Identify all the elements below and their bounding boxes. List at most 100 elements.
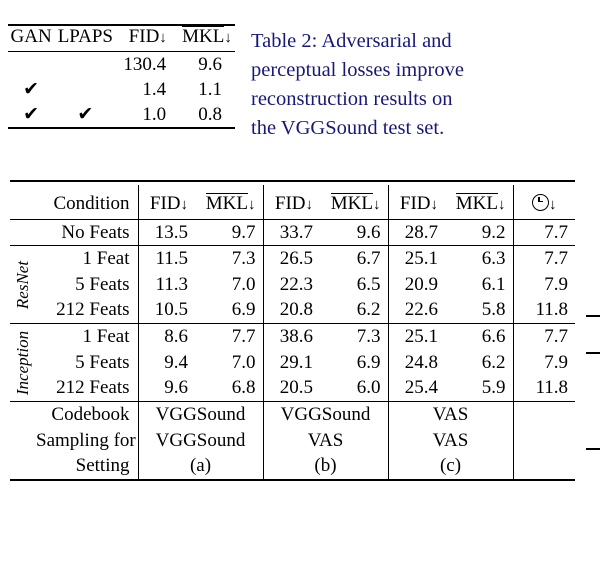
page-bleed-mark <box>586 315 600 317</box>
table2-bottom-rule-row <box>10 478 575 484</box>
table2-header-fid-b: FID↓ <box>262 185 320 220</box>
table2-caption: Table 2: Adversarial and perceptual loss… <box>243 0 592 143</box>
table2-row-resnet-5feats: 5 Feats 11.3 7.0 22.3 6.5 20.9 6.1 7.9 <box>10 271 575 298</box>
table2-cell-fid-b: 20.5 <box>262 375 320 402</box>
table1: GAN LPAPS FID↓ MKL↓ 130.4 9.6 ✔ 1.4 1.1 … <box>8 24 235 154</box>
table2-cell-mkl-b: 6.2 <box>356 299 381 321</box>
caption-word: on <box>432 88 453 111</box>
table1-cell-mkl: 1.1 <box>198 78 222 100</box>
table2-footer-c-setting: (c) <box>387 453 513 480</box>
table1-bottom-rule <box>179 127 235 154</box>
table2-cell-fid-a: 10.5 <box>137 297 195 324</box>
table2-cell-time: 7.9 <box>512 271 575 298</box>
table2-header-mkl-c: MKL↓ <box>445 185 513 220</box>
table2-footer-row-codebook: Codebook VGGSound VGGSound VAS <box>10 401 575 428</box>
table2-header-fid-a: FID↓ <box>137 185 195 220</box>
down-arrow-icon: ↓ <box>159 30 167 46</box>
table2-container: Condition FID↓ MKL↓ FID↓ MKL↓ FID↓ MKL↓ … <box>0 180 580 484</box>
table2-row-resnet-1feat: ResNet 1 Feat 11.5 7.3 26.5 6.7 25.1 6.3… <box>10 245 575 324</box>
table1-row: 130.4 9.6 <box>8 51 235 77</box>
table2-cell-fid-c: 28.7 <box>387 219 445 246</box>
table2-cell-mkl-b: 6.5 <box>356 273 381 295</box>
table2-footer-label-sampling: Sampling for <box>36 429 136 451</box>
table2-footer-a-codebook: VGGSound <box>137 401 263 428</box>
group-label-inception-text: Inception <box>13 330 32 395</box>
down-arrow-icon: ↓ <box>224 30 232 46</box>
table2-cell-mkl-a: 9.7 <box>195 219 263 246</box>
table2-footer-c-sampling: VAS <box>387 427 513 454</box>
table2-footer-row-sampling: Sampling for VGGSound VAS VAS <box>10 427 575 454</box>
table2-cell-condition: 5 Feats <box>75 351 130 373</box>
table2-cell-mkl-a: 7.0 <box>231 351 256 373</box>
table2-header-row: Condition FID↓ MKL↓ FID↓ MKL↓ FID↓ MKL↓ … <box>10 185 575 220</box>
top-block: GAN LPAPS FID↓ MKL↓ 130.4 9.6 ✔ 1.4 1.1 … <box>0 0 600 178</box>
table2-cell-fid-b: 33.7 <box>262 219 320 246</box>
table2-footer-b-codebook: VGGSound <box>262 401 388 428</box>
table2-cell-mkl-a: 6.9 <box>231 299 256 321</box>
table2-cell-fid-a: 9.4 <box>137 349 195 376</box>
down-arrow-icon: ↓ <box>180 197 189 213</box>
table2-cell-fid-c: 22.6 <box>387 297 445 324</box>
table2-footer-label-codebook: Codebook <box>36 401 138 428</box>
table2-row-no-feats: No Feats 13.5 9.7 33.7 9.6 28.7 9.2 7.7 <box>10 219 575 246</box>
table2-footer-b-sampling: VAS <box>262 427 388 454</box>
table2-footer-row-setting: Setting (a) (b) (c) <box>10 453 575 480</box>
caption-line: reconstruction results on <box>251 85 584 114</box>
table1-container: GAN LPAPS FID↓ MKL↓ 130.4 9.6 ✔ 1.4 1.1 … <box>0 0 243 154</box>
table2-footer-b-setting: (b) <box>262 453 388 480</box>
table2-cell-condition: 212 Feats <box>56 377 130 399</box>
table2-footer-a-sampling: VGGSound <box>137 427 263 454</box>
table2-cell-mkl-a: 7.0 <box>231 273 256 295</box>
table1-cell-lpaps <box>54 77 116 102</box>
table1-cell-fid: 130.4 <box>116 51 180 77</box>
table2-row-inception-1feat: Inception 1 Feat 8.6 7.7 38.6 7.3 25.1 6… <box>10 323 575 402</box>
table2-footer-a-setting: (a) <box>137 453 263 480</box>
clock-icon <box>532 194 549 211</box>
table2-header-time: ↓ <box>512 185 575 220</box>
fid-text: FID <box>149 193 181 214</box>
table2-cell-fid-c: 20.9 <box>387 271 445 298</box>
table1-cell-mkl: 9.6 <box>179 51 235 77</box>
table2-cell-mkl-b: 6.0 <box>356 377 381 399</box>
table2-cell-fid-a: 8.6 <box>137 323 195 350</box>
fid-text: FID <box>399 193 431 214</box>
table1-bottom-rule <box>116 127 180 154</box>
table2-cell-fid-c: 25.1 <box>387 245 445 272</box>
table1-cell-fid: 1.4 <box>142 78 167 100</box>
table2-cell-fid-a: 11.3 <box>137 271 195 298</box>
table1-bottom-rule-row <box>8 127 235 154</box>
group-label-resnet: ResNet <box>10 245 36 324</box>
table2-cell-fid-b: 29.1 <box>262 349 320 376</box>
caption-word: Adversarial <box>321 30 417 52</box>
table2-header-mkl-b: MKL↓ <box>320 185 388 220</box>
table2-header-fid-c: FID↓ <box>387 185 445 220</box>
table1-row: ✔ ✔ 1.0 0.8 <box>8 102 235 128</box>
table2-cell-time: 11.8 <box>512 375 575 402</box>
table2-group-spacer <box>10 219 36 246</box>
table2-cell-condition: 1 Feat <box>36 245 138 272</box>
table2-cell-time: 7.9 <box>512 349 575 376</box>
table2-row-resnet-212feats: 212 Feats 10.5 6.9 20.8 6.2 22.6 5.8 11.… <box>10 297 575 324</box>
table2-footer-time-empty <box>512 427 575 454</box>
mkl-text: MKL <box>330 193 373 214</box>
table2-cell-fid-c: 25.1 <box>387 323 445 350</box>
table2-footer-time-empty <box>512 453 575 480</box>
table2-cell-mkl-b: 6.9 <box>356 351 381 373</box>
table2-row-inception-212feats: 212 Feats 9.6 6.8 20.5 6.0 25.4 5.9 11.8 <box>10 375 575 402</box>
table2-cell-fid-b: 20.8 <box>262 297 320 324</box>
table1-header-fid-text: FID <box>128 26 160 47</box>
down-arrow-icon: ↓ <box>498 197 506 213</box>
group-label-resnet-text: ResNet <box>13 260 32 309</box>
down-arrow-icon: ↓ <box>549 197 557 213</box>
group-label-inception: Inception <box>10 323 36 402</box>
table1-cell-gan: ✔ <box>23 104 40 125</box>
down-arrow-icon: ↓ <box>305 197 314 213</box>
table2-cell-time: 7.7 <box>512 245 575 272</box>
table2-bottom-rule <box>10 478 575 484</box>
caption-line: Table 2: Adversarial and <box>251 27 584 56</box>
table1-cell-lpaps <box>54 51 117 77</box>
table2: Condition FID↓ MKL↓ FID↓ MKL↓ FID↓ MKL↓ … <box>10 180 575 484</box>
table2-header-condition: Condition <box>53 193 130 214</box>
table1-header-mkl-text: MKL <box>182 26 225 47</box>
table1-header-row: GAN LPAPS FID↓ MKL↓ <box>8 24 235 52</box>
